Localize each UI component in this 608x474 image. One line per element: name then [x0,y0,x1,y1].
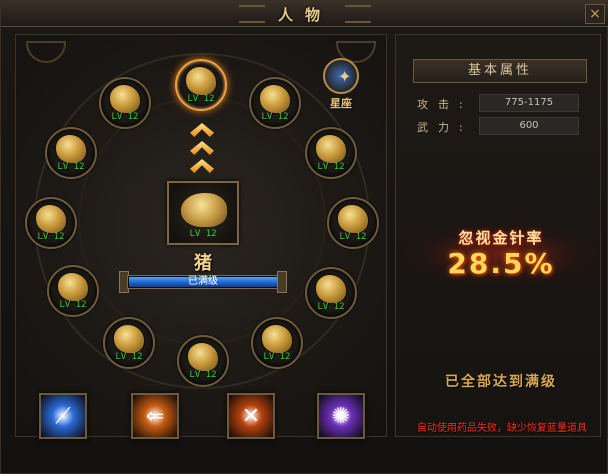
zodiac-node-snake[interactable]: LV 12 [251,317,303,369]
chevron-up-icon [190,141,214,155]
mouse-icon [186,67,216,95]
rooster-icon [36,205,66,233]
pig-icon [181,193,227,227]
zodiac-node-extra[interactable]: LV 12 [99,77,151,129]
snake-icon [262,325,292,353]
rabbit-icon [338,205,368,233]
current-zodiac-name: 猪 [194,253,212,274]
zodiac-node-horse[interactable]: LV 12 [177,335,229,387]
constellation-button[interactable]: ✦ 星座 [319,58,363,112]
skill-slot-ice-blade[interactable]: ⟋ [39,393,87,439]
flame-slash-icon: ✕ [241,404,261,429]
current-zodiac-level: LV 12 [189,229,217,239]
horse-icon [188,343,218,371]
basic-attributes-title: 基本属性 [413,59,587,83]
chevron-up-icon [190,159,214,173]
monkey-icon [58,273,88,301]
zodiac-level: LV 12 [115,352,143,362]
fire-arrow-icon: ⇐ [145,404,165,429]
goat-icon [114,325,144,353]
zodiac-level: LV 12 [189,370,217,380]
zodiac-level: LV 12 [317,162,345,172]
zodiac-node-mouse[interactable]: LV 12 [175,59,227,111]
dragon-icon [316,275,346,303]
zodiac-level: LV 12 [59,300,87,310]
level-progress-bar: 已满级 [127,275,279,289]
arcane-orb-icon: ✺ [331,404,351,429]
ignore-crit-value: 28.5% [447,247,555,280]
tiger-icon [316,135,346,163]
zodiac-level: LV 12 [37,232,65,242]
skill-slot-fire-arrow[interactable]: ⇐ [131,393,179,439]
window-title: 人物 [277,6,332,24]
ox-icon [260,85,290,113]
corner-ornament [26,41,66,63]
skill-slot-arcane-orb[interactable]: ✺ [317,393,365,439]
attack-label: 攻击: [417,98,473,111]
character-window: 人物 × LV 12 LV 12 LV 12 LV 12 LV 12 LV 12… [0,0,608,474]
star-icon: ✦ [338,67,352,86]
dog-icon [56,135,86,163]
close-button[interactable]: × [585,4,605,24]
power-value: 600 [479,117,579,135]
zodiac-level: LV 12 [261,112,289,122]
chevron-up-icon [190,123,214,137]
zodiac-node-monkey[interactable]: LV 12 [47,265,99,317]
zodiac-level: LV 12 [187,94,215,104]
zodiac-level: LV 12 [317,302,345,312]
zodiac-node-ox[interactable]: LV 12 [249,77,301,129]
constellation-label: 星座 [330,97,352,110]
upgrade-arrows-icon [187,119,217,179]
zodiac-node-dog[interactable]: LV 12 [45,127,97,179]
ignore-crit-label: 忽视金针率 [458,229,544,247]
zodiac-node-tiger[interactable]: LV 12 [305,127,357,179]
skill-slot-flame-slash[interactable]: ✕ [227,393,275,439]
goat-icon [110,85,140,113]
zodiac-node-rooster[interactable]: LV 12 [25,197,77,249]
zodiac-node-goat[interactable]: LV 12 [103,317,155,369]
title-bar[interactable]: 人物 × [1,1,608,27]
zodiac-level: LV 12 [111,112,139,122]
constellation-badge-icon: ✦ [323,58,359,94]
all-maxed-text: 已全部达到满级 [445,374,557,390]
title-ornament-right [345,5,371,23]
current-zodiac-frame[interactable]: LV 12 [167,181,239,245]
progress-cap-right [277,271,287,293]
attack-value: 775-1175 [479,94,579,112]
zodiac-level: LV 12 [339,232,367,242]
power-label: 武力: [417,121,473,134]
ice-blade-icon: ⟋ [55,404,71,429]
progress-text: 已满级 [188,276,218,287]
zodiac-node-rabbit[interactable]: LV 12 [327,197,379,249]
zodiac-node-dragon[interactable]: LV 12 [305,267,357,319]
potion-warning-text: 自动使用药品失败，缺少恢复蓝量道具 [417,423,587,434]
zodiac-level: LV 12 [57,162,85,172]
zodiac-level: LV 12 [263,352,291,362]
